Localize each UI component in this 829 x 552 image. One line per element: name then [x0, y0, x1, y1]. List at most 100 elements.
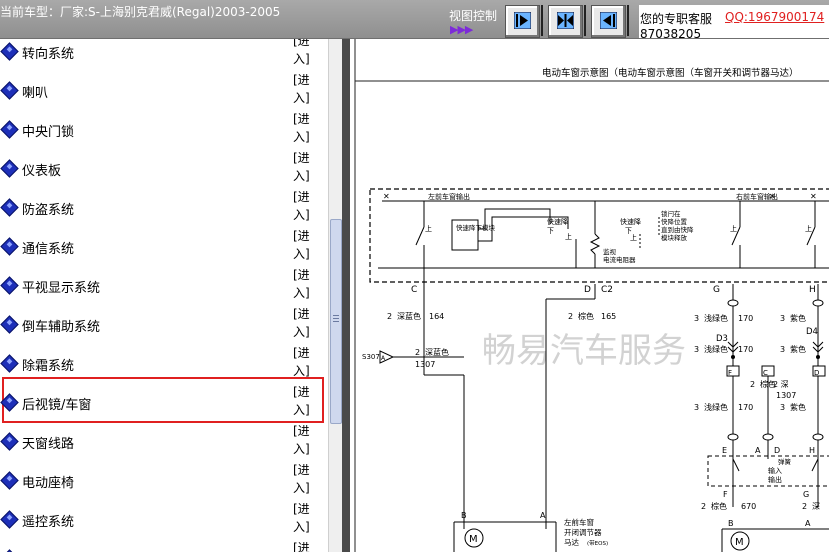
customer-service-panel: 您的专职客服 QQ:1967900174 87038205: [639, 5, 829, 38]
wire-deep2-gauge: 2: [802, 502, 807, 511]
diamond-bullet-icon: [0, 198, 19, 217]
watermark-text: 畅易汽车服务: [482, 331, 686, 371]
output-label: 输出: [768, 475, 782, 484]
grip-icon: [333, 315, 339, 323]
wire-purple-color: 紫色: [790, 313, 806, 323]
sidebar-item-label: 天窗线路: [22, 437, 75, 452]
pin-a3: A: [805, 519, 811, 528]
wire-purple2-gauge: 3: [780, 345, 785, 354]
wire-purple3-gauge: 3: [780, 403, 785, 412]
wire-170b-color: 浅绿色: [704, 344, 728, 354]
enter-link[interactable]: [进入]: [293, 188, 319, 224]
enter-link[interactable]: [进入]: [293, 344, 319, 380]
enter-link[interactable]: [进入]: [293, 266, 319, 302]
up-label-2: 上: [565, 232, 572, 241]
wire-1307-gauge: 2: [415, 348, 420, 357]
enter-link[interactable]: [进入]: [293, 305, 319, 341]
enter-link[interactable]: [进入]: [293, 227, 319, 263]
wire-670-color: 棕色: [711, 501, 727, 511]
sidebar-item-label: 后视镜/车窗: [22, 398, 92, 413]
diamond-bullet-icon: [0, 393, 19, 412]
pin-h: H: [809, 285, 816, 295]
wire-170c-number: 170: [738, 403, 753, 412]
enter-link[interactable]: [进入]: [293, 461, 319, 497]
diamond-bullet-icon: [0, 81, 19, 100]
enter-link[interactable]: [进入]: [293, 383, 319, 419]
top-toolbar: 当前车型：厂家:S-上海别克君威(Regal)2003-2005 视图控制 ▶▶…: [0, 0, 829, 39]
sidebar-item-partial[interactable]: [进入]: [0, 539, 322, 552]
scrollbar-thumb[interactable]: [330, 219, 342, 424]
sidebar-item-power-seat[interactable]: 电动座椅 [进入]: [0, 461, 322, 500]
lf-window-motor-label-2: 开闭调节器: [564, 528, 602, 537]
system-list-sidebar: 转向系统 [进入] 喇叭 [进入] 中央门锁 [进入] 仪表板 [进入] 防盗系…: [0, 39, 328, 552]
diamond-bullet-icon: [0, 120, 19, 139]
wire-170-gauge: 3: [694, 314, 699, 323]
sidebar-scrollbar[interactable]: [328, 39, 342, 552]
sidebar-item-central-lock[interactable]: 中央门锁 [进入]: [0, 110, 322, 149]
lock-label-4: 模块释放: [661, 233, 688, 242]
up-label-right: 上: [730, 224, 737, 233]
wire-165-gauge: 2: [568, 312, 573, 321]
expand-left-button[interactable]: [591, 5, 626, 38]
qq-link[interactable]: QQ:1967900174: [725, 10, 824, 24]
sidebar-item-reverse-assist[interactable]: 倒车辅助系统 [进入]: [0, 305, 322, 344]
monitor-label-1: 监视: [603, 247, 617, 256]
diamond-bullet-icon: [0, 315, 19, 334]
wire-1307b-number: 1307: [776, 391, 796, 400]
sidebar-item-label: 平视显示系统: [22, 281, 101, 296]
sidebar-item-label: 除霜系统: [22, 359, 75, 374]
pin-c3: C: [763, 369, 768, 377]
enter-link[interactable]: [进入]: [293, 500, 319, 536]
enter-link[interactable]: [进入]: [293, 71, 319, 107]
lf-window-motor-label-3: 马达: [564, 537, 579, 547]
view-control-label: 视图控制: [449, 9, 498, 23]
wire-purple3-color: 紫色: [790, 402, 806, 412]
enter-link[interactable]: [进入]: [293, 149, 319, 185]
motor2-icon: M: [735, 537, 744, 548]
up-label-right-2: 上: [805, 224, 812, 233]
lock-label-2: 快降位置: [661, 217, 688, 226]
sidebar-item-remote[interactable]: 遥控系统 [进入]: [0, 500, 322, 539]
wire-170-color: 浅绿色: [704, 313, 728, 323]
enter-link[interactable]: [进入]: [293, 422, 319, 458]
diamond-bullet-icon: [0, 471, 19, 490]
sidebar-item-sunroof[interactable]: 天窗线路 [进入]: [0, 422, 322, 461]
spring-label: 弹簧: [778, 457, 792, 466]
sidebar-item-label: 转向系统: [22, 47, 75, 62]
diamond-bullet-icon: [0, 510, 19, 529]
sidebar-item-communication[interactable]: 通信系统 [进入]: [0, 227, 322, 266]
wire-165-number: 165: [601, 312, 616, 321]
wire-164-gauge: 2: [387, 312, 392, 321]
enter-link[interactable]: [进入]: [293, 110, 319, 146]
sidebar-item-label: 电动座椅: [22, 476, 75, 491]
sidebar-item-horn[interactable]: 喇叭 [进入]: [0, 71, 322, 110]
view-control-arrows-icon: ▶▶▶: [450, 23, 473, 36]
sidebar-item-label: 防盗系统: [22, 203, 75, 218]
split-view-button[interactable]: [548, 5, 583, 38]
lock-label-1: 锁闩在: [661, 209, 681, 218]
sidebar-item-steering[interactable]: 转向系统 [进入]: [0, 39, 322, 71]
pane-splitter[interactable]: [342, 39, 350, 552]
wire-1307-number: 1307: [415, 360, 435, 369]
service-phone: 87038205: [640, 27, 702, 38]
sidebar-item-label: 倒车辅助系统: [22, 320, 101, 335]
sidebar-item-anti-theft[interactable]: 防盗系统 [进入]: [0, 188, 322, 227]
enter-link[interactable]: [进入]: [293, 539, 319, 552]
sidebar-item-hud[interactable]: 平视显示系统 [进入]: [0, 266, 322, 305]
diamond-bullet-icon: [0, 354, 19, 373]
arrows-inward-icon: [557, 12, 574, 29]
sidebar-item-mirror-window[interactable]: 后视镜/车窗 [进入]: [0, 383, 322, 422]
enter-link[interactable]: [进入]: [293, 39, 319, 68]
wire-1307-color: 深蓝色: [425, 347, 449, 357]
wire-darkblue-deep: 2 深: [773, 380, 789, 389]
pin-d5: D: [774, 446, 780, 455]
sidebar-item-instrument-panel[interactable]: 仪表板 [进入]: [0, 149, 322, 188]
pin-c: C: [411, 285, 417, 295]
left-front-output-label: 左前车窗输出: [428, 192, 470, 201]
wire-670-number: 670: [741, 502, 756, 511]
service-label: 您的专职客服: [640, 12, 713, 26]
expand-right-button[interactable]: [505, 5, 540, 38]
sidebar-item-label: 喇叭: [22, 86, 49, 101]
connector-d3: D3: [716, 334, 728, 344]
diamond-bullet-icon: [0, 42, 19, 61]
